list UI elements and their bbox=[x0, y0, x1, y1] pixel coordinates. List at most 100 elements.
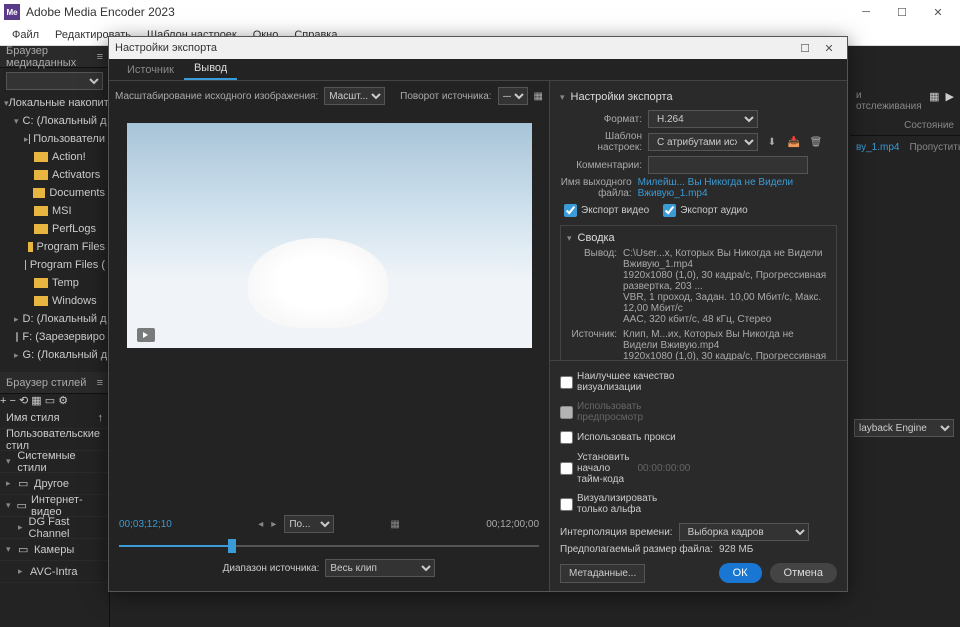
dialog-maximize-button[interactable]: ☐ bbox=[793, 42, 817, 55]
tree-drive-g[interactable]: ▸G: (Локальный д bbox=[0, 346, 109, 364]
settings-icon[interactable]: ⚙ bbox=[58, 395, 68, 407]
panel-menu-icon[interactable]: ≡ bbox=[97, 377, 103, 389]
tree-drive-c[interactable]: ▾C: (Локальный д bbox=[0, 112, 109, 130]
export-video-checkbox[interactable] bbox=[564, 204, 577, 217]
timeline-slider[interactable] bbox=[119, 539, 539, 553]
preview-play-button[interactable] bbox=[137, 328, 155, 342]
play-queue-icon[interactable]: ▶ bbox=[946, 90, 954, 112]
timeline-area: 00;03;12;10 ◂ ▸ По... ▦ 00;12;00;00 Диап… bbox=[115, 507, 543, 585]
tree-folder[interactable]: PerfLogs bbox=[0, 220, 109, 238]
summary-output-label: Вывод: bbox=[567, 248, 617, 325]
interp-select[interactable]: Выборка кадров bbox=[679, 523, 809, 541]
playhead-handle[interactable] bbox=[228, 539, 236, 553]
alpha-only-checkbox[interactable] bbox=[560, 498, 573, 511]
delete-preset-icon[interactable]: 🗑 bbox=[808, 134, 824, 150]
timecode-in[interactable]: 00;03;12;10 bbox=[119, 519, 172, 530]
tree-label: Temp bbox=[52, 277, 79, 289]
style-item[interactable]: ▸DG Fast Channel bbox=[0, 517, 109, 539]
rotate-select[interactable]: — bbox=[498, 87, 528, 105]
tree-label: Activators bbox=[52, 169, 100, 181]
tree-folder[interactable]: Activators bbox=[0, 166, 109, 184]
safe-margin-icon[interactable]: ▦ bbox=[390, 519, 399, 530]
tree-drive-d[interactable]: ▸D: (Локальный д bbox=[0, 310, 109, 328]
tab-output[interactable]: Вывод bbox=[184, 58, 237, 80]
export-audio-checkbox[interactable] bbox=[663, 204, 676, 217]
remove-icon[interactable]: − bbox=[10, 395, 16, 407]
watch-folder-icon[interactable]: ▦ bbox=[929, 90, 939, 112]
tree-folder[interactable]: Windows bbox=[0, 292, 109, 310]
cancel-button[interactable]: Отмена bbox=[770, 563, 837, 583]
export-settings-section[interactable]: ▾Настройки экспорта bbox=[560, 87, 837, 107]
queue-file-row[interactable]: ву_1.mp4 Пропустить bbox=[850, 136, 960, 159]
tree-label: F: (Зарезервиро bbox=[22, 331, 105, 343]
set-tc-checkbox[interactable] bbox=[560, 462, 573, 475]
ok-button[interactable]: ОК bbox=[719, 563, 762, 583]
folder-icon[interactable]: ▭ bbox=[45, 395, 55, 407]
fit-select[interactable]: По... bbox=[284, 515, 334, 533]
tree-label: C: (Локальный д bbox=[23, 115, 107, 127]
style-label: Интернет-видео bbox=[31, 494, 103, 518]
close-button[interactable]: ✕ bbox=[920, 0, 956, 24]
queue-file-name: ву_1.mp4 bbox=[856, 142, 899, 153]
import-preset-icon[interactable]: 📥 bbox=[786, 134, 802, 150]
media-filter-select[interactable] bbox=[6, 72, 103, 90]
app-icon: Me bbox=[4, 4, 20, 20]
tree-drive-f[interactable]: F: (Зарезервиро bbox=[0, 328, 109, 346]
section-label: Настройки экспорта bbox=[571, 91, 673, 103]
style-item[interactable]: ▸AVC-Intra bbox=[0, 561, 109, 583]
folder-icon bbox=[34, 152, 48, 162]
metadata-button[interactable]: Метаданные... bbox=[560, 564, 645, 583]
scale-select[interactable]: Масшт... bbox=[324, 87, 385, 105]
range-select[interactable]: Весь клип bbox=[325, 559, 435, 577]
style-user-group[interactable]: Пользовательские стил bbox=[0, 429, 109, 451]
crop-icon[interactable]: ▦ bbox=[534, 91, 543, 102]
summary-section[interactable]: ▾Сводка bbox=[567, 232, 830, 248]
left-panel: Браузер медиаданных ≡ ▾Локальные накопит… bbox=[0, 46, 110, 627]
preset-select[interactable]: С атрибутами исходного... bbox=[648, 133, 758, 151]
add-icon[interactable]: + bbox=[0, 395, 6, 407]
summary-source-label: Источник: bbox=[567, 329, 617, 360]
sync-icon[interactable]: ⟲ bbox=[19, 395, 28, 407]
style-item[interactable]: ▾▭Камеры bbox=[0, 539, 109, 561]
tab-source[interactable]: Источник bbox=[117, 60, 184, 80]
dialog-tabs: Источник Вывод bbox=[109, 59, 847, 81]
maximize-button[interactable]: ☐ bbox=[884, 0, 920, 24]
sort-icon[interactable]: ↑ bbox=[98, 412, 104, 424]
step-back-icon[interactable]: ◂ bbox=[258, 519, 263, 530]
style-label: DG Fast Channel bbox=[29, 516, 103, 540]
format-select[interactable]: H.264 bbox=[648, 110, 758, 128]
tree-folder[interactable]: Temp bbox=[0, 274, 109, 292]
panel-menu-icon[interactable]: ≡ bbox=[97, 51, 103, 63]
menu-file[interactable]: Файл bbox=[4, 29, 47, 41]
est-size-value: 928 МБ bbox=[719, 544, 753, 555]
style-system-group[interactable]: ▾Системные стили bbox=[0, 451, 109, 473]
new-icon[interactable]: ▦ bbox=[31, 395, 41, 407]
section-label: Сводка bbox=[578, 232, 615, 244]
step-fwd-icon[interactable]: ▸ bbox=[271, 519, 276, 530]
use-proxy-checkbox[interactable] bbox=[560, 431, 573, 444]
style-item[interactable]: ▾▭Интернет-видео bbox=[0, 495, 109, 517]
range-label: Диапазон источника: bbox=[223, 563, 320, 574]
style-item[interactable]: ▸▭Другое bbox=[0, 473, 109, 495]
tree-folder[interactable]: ▸Пользователи bbox=[0, 130, 109, 148]
timecode-out[interactable]: 00;12;00;00 bbox=[486, 519, 539, 530]
tree-folder[interactable]: Program Files bbox=[0, 238, 109, 256]
save-preset-icon[interactable]: ⬇ bbox=[764, 134, 780, 150]
dialog-close-button[interactable]: ✕ bbox=[817, 42, 841, 55]
folder-icon bbox=[34, 278, 48, 288]
minimize-button[interactable]: ─ bbox=[848, 0, 884, 24]
dialog-titlebar[interactable]: Настройки экспорта ☐ ✕ bbox=[109, 37, 847, 59]
summary-box: ▾Сводка Вывод:C:\User...х, Которых Вы Ни… bbox=[560, 225, 837, 360]
video-preview[interactable] bbox=[127, 123, 532, 348]
comments-input[interactable] bbox=[648, 156, 808, 174]
tree-folder[interactable]: Documents bbox=[0, 184, 109, 202]
tree-local-drives[interactable]: ▾Локальные накопители bbox=[0, 94, 109, 112]
folder-tree: ▾Локальные накопители ▾C: (Локальный д ▸… bbox=[0, 94, 109, 364]
tree-folder[interactable]: Action! bbox=[0, 148, 109, 166]
output-filename-link[interactable]: Милейш... Вы Никогда не Видели Вживую_1.… bbox=[638, 177, 837, 199]
best-quality-checkbox[interactable] bbox=[560, 376, 573, 389]
tree-folder[interactable]: MSI bbox=[0, 202, 109, 220]
style-name-header[interactable]: Имя стиля ↑ bbox=[0, 407, 109, 429]
tree-folder[interactable]: Program Files ( bbox=[0, 256, 109, 274]
renderer-select[interactable]: layback Engine bbox=[854, 419, 954, 437]
